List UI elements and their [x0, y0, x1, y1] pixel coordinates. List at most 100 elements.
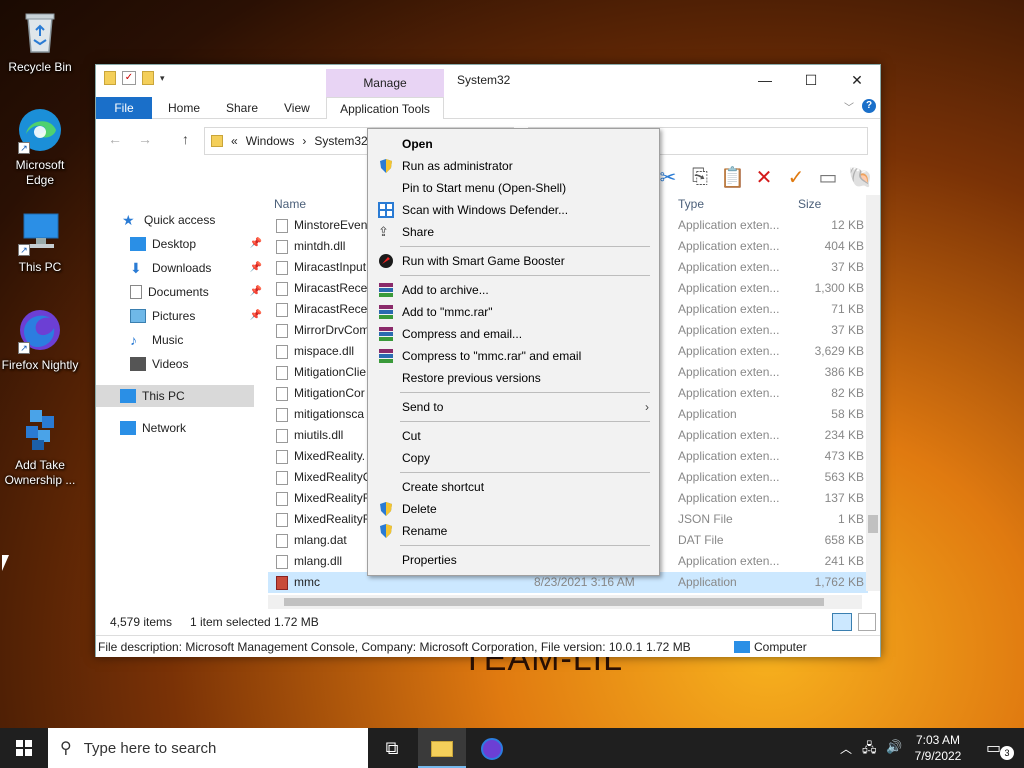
delete-icon[interactable]: ✕	[752, 165, 776, 190]
minimize-button[interactable]: —	[742, 65, 788, 95]
menu-item-restore-versions[interactable]: Restore previous versions	[368, 367, 659, 389]
notification-button[interactable]: ▭ 3	[986, 738, 1014, 760]
task-view-button[interactable]: ⧉	[368, 728, 416, 768]
rename-icon[interactable]: ▭	[816, 165, 840, 190]
notification-badge: 3	[1000, 746, 1014, 760]
checkmark-icon[interactable]: ✓	[784, 165, 808, 190]
breadcrumb-system32[interactable]: System32	[314, 134, 367, 148]
file-icon	[276, 282, 288, 296]
menu-item-add-mmc-rar[interactable]: Add to "mmc.rar"	[368, 301, 659, 323]
nav-documents[interactable]: Documents 📌	[96, 281, 268, 303]
menu-item-run-as-admin[interactable]: Run as administrator	[368, 155, 659, 177]
menu-item-compress-email[interactable]: Compress and email...	[368, 323, 659, 345]
menu-item-rename[interactable]: Rename	[368, 520, 659, 542]
menu-item-delete[interactable]: Delete	[368, 498, 659, 520]
taskbar-firefox[interactable]	[468, 728, 516, 768]
winrar-icon	[378, 348, 394, 364]
up-arrow-icon[interactable]: ↑	[182, 131, 189, 147]
tab-share[interactable]: Share	[212, 97, 272, 119]
nav-desktop[interactable]: Desktop 📌	[96, 233, 268, 255]
menu-item-compress-mmc-email[interactable]: Compress to "mmc.rar" and email	[368, 345, 659, 367]
file-size: 241 KB	[824, 554, 864, 568]
menu-separator	[400, 545, 650, 546]
column-name[interactable]: Name	[274, 197, 306, 211]
pin-icon[interactable]: 📌	[250, 257, 262, 279]
file-size: 58 KB	[831, 407, 864, 421]
menu-item-properties[interactable]: Properties	[368, 549, 659, 571]
nav-videos[interactable]: Videos	[96, 353, 268, 375]
scrollbar-thumb[interactable]	[868, 515, 878, 533]
close-button[interactable]: ✕	[834, 65, 880, 95]
file-name: MitigationCor	[294, 386, 365, 400]
tab-view[interactable]: View	[270, 97, 324, 119]
menu-item-cut[interactable]: Cut	[368, 425, 659, 447]
file-icon	[276, 555, 288, 569]
nav-downloads[interactable]: ⬇ Downloads 📌	[96, 257, 268, 279]
start-button[interactable]	[0, 728, 48, 768]
copy-icon[interactable]: ⎘	[688, 166, 712, 189]
tab-file[interactable]: File	[96, 97, 152, 119]
menu-item-scan-defender[interactable]: Scan with Windows Defender...	[368, 199, 659, 221]
menu-item-send-to[interactable]: Send to ›	[368, 396, 659, 418]
help-icon[interactable]: ?	[862, 99, 876, 113]
search-icon: ⚲	[60, 740, 72, 757]
file-name: MinstoreEvent	[294, 218, 371, 232]
nav-network[interactable]: Network	[96, 417, 268, 439]
maximize-button[interactable]: ☐	[788, 65, 834, 95]
details-view-icon[interactable]	[832, 613, 852, 631]
file-name: mmc	[294, 575, 320, 589]
menu-item-smart-game-booster[interactable]: Run with Smart Game Booster	[368, 250, 659, 272]
folder-icon[interactable]	[104, 71, 116, 85]
file-name: MixedRealityR	[294, 491, 372, 505]
forward-arrow-icon[interactable]: →	[138, 131, 152, 147]
pin-icon[interactable]: 📌	[250, 233, 262, 255]
chevron-down-icon[interactable]: ▾	[160, 73, 165, 84]
title-bar[interactable]: ✓ ▾ Manage System32 — ☐ ✕	[96, 65, 880, 97]
taskbar-file-explorer[interactable]	[418, 728, 466, 768]
menu-item-copy[interactable]: Copy	[368, 447, 659, 469]
nav-this-pc[interactable]: This PC	[96, 385, 254, 407]
menu-item-add-archive[interactable]: Add to archive...	[368, 279, 659, 301]
menu-item-share[interactable]: ⇪ Share	[368, 221, 659, 243]
new-folder-icon[interactable]	[142, 71, 154, 85]
back-arrow-icon[interactable]: ←	[108, 131, 122, 147]
nav-music[interactable]: ♪ Music	[96, 329, 268, 351]
desktop-icon-label: Firefox Nightly	[1, 358, 79, 372]
menu-item-create-shortcut[interactable]: Create shortcut	[368, 476, 659, 498]
file-name: mitigationsca	[294, 407, 365, 421]
desktop-icon-recycle-bin[interactable]: Recycle Bin	[0, 8, 80, 75]
menu-item-open[interactable]: Open	[368, 133, 659, 155]
pin-icon[interactable]: 📌	[250, 305, 262, 327]
clock[interactable]: 7:03 AM 7/9/2022	[908, 732, 968, 764]
desktop-icon-firefox[interactable]: ↗ Firefox Nightly	[0, 306, 80, 373]
shell-icon[interactable]: 🐚	[848, 165, 873, 190]
horizontal-scrollbar[interactable]	[268, 595, 862, 609]
network-icon[interactable]: 🖧	[862, 739, 877, 761]
file-size: 137 KB	[824, 491, 864, 505]
volume-icon[interactable]: 🔊	[886, 739, 902, 755]
tab-home[interactable]: Home	[154, 97, 214, 119]
breadcrumb-windows[interactable]: Windows	[246, 134, 295, 148]
column-size[interactable]: Size	[798, 197, 821, 211]
chevron-up-icon[interactable]: ︿	[840, 740, 852, 757]
column-type[interactable]: Type	[678, 197, 704, 211]
vertical-scrollbar[interactable]	[866, 195, 880, 591]
chevron-down-icon[interactable]: ﹀	[844, 99, 854, 114]
tab-application-tools[interactable]: Application Tools	[326, 97, 444, 119]
nav-pictures[interactable]: Pictures 📌	[96, 305, 268, 327]
scrollbar-thumb[interactable]	[284, 598, 824, 606]
file-type: Application exten...	[678, 365, 780, 379]
file-icon	[276, 450, 288, 464]
desktop-icon-edge[interactable]: ↗ Microsoft Edge	[0, 106, 80, 188]
file-icon	[276, 492, 288, 506]
pin-icon[interactable]: 📌	[250, 281, 262, 303]
taskbar-search[interactable]: ⚲ Type here to search	[48, 728, 368, 768]
file-size: 37 KB	[831, 323, 864, 337]
menu-item-pin-start[interactable]: Pin to Start menu (Open-Shell)	[368, 177, 659, 199]
desktop-icon-this-pc[interactable]: ↗ This PC	[0, 208, 80, 275]
nav-quick-access[interactable]: ★ Quick access	[96, 209, 268, 231]
large-icons-view-icon[interactable]	[858, 613, 876, 631]
paste-icon[interactable]: 📋	[720, 165, 745, 190]
desktop-icon-take-ownership[interactable]: Add Take Ownership ...	[0, 406, 80, 488]
properties-icon[interactable]: ✓	[122, 71, 136, 85]
